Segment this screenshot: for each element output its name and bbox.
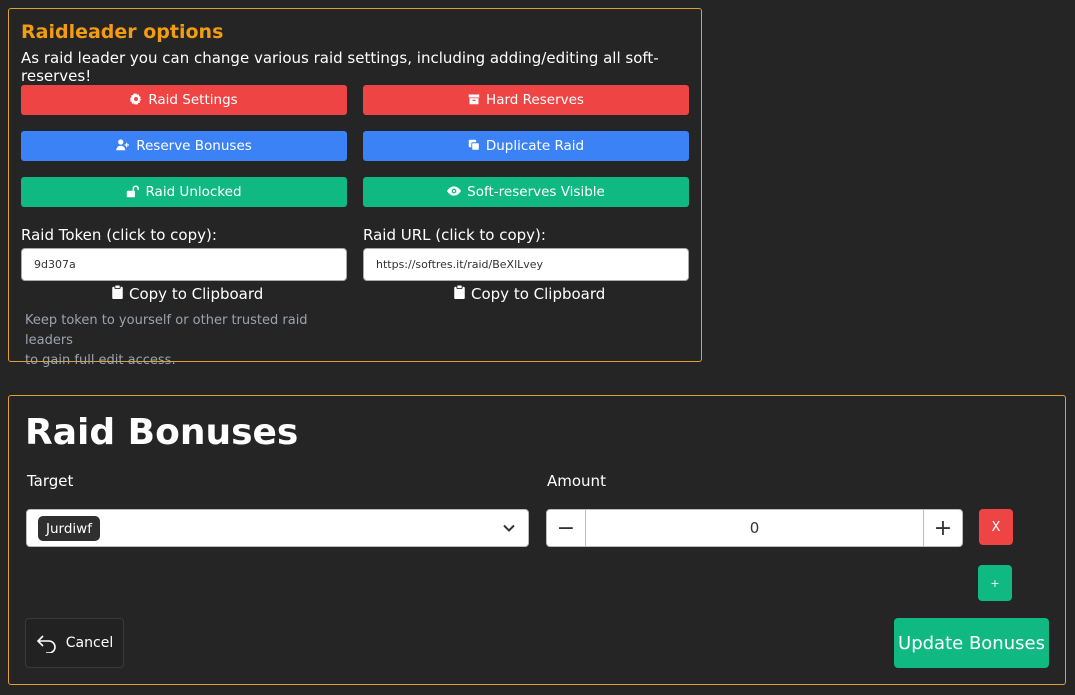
copy-icon (468, 139, 480, 153)
amount-label: Amount (547, 472, 606, 490)
amount-stepper[interactable]: − + (546, 509, 963, 547)
raid-bonuses-panel: Raid Bonuses Target Amount Jurdiwf − + X… (8, 395, 1066, 685)
duplicate-raid-label: Duplicate Raid (485, 138, 585, 154)
raid-token-input[interactable] (21, 248, 347, 281)
reserve-bonuses-button[interactable]: Reserve Bonuses (21, 131, 347, 161)
raid-token-label: Raid Token (click to copy): (21, 226, 217, 244)
raidleader-options-panel: Raidleader options As raid leader you ca… (8, 8, 702, 368)
eye-icon (447, 185, 462, 199)
raidleader-description: As raid leader you can change various ra… (21, 49, 659, 85)
raid-url-input[interactable] (363, 248, 689, 281)
add-bonus-button[interactable]: + (978, 565, 1012, 601)
target-label: Target (27, 472, 74, 490)
amount-increment-button[interactable]: + (923, 510, 962, 546)
copy-token-label: Copy to Clipboard (129, 285, 264, 303)
token-hint-line2: to gain full edit access. (25, 353, 176, 368)
raidleader-title: Raidleader options (21, 21, 224, 43)
raid-unlocked-button[interactable]: Raid Unlocked (21, 177, 347, 207)
update-bonuses-button[interactable]: Update Bonuses (894, 618, 1049, 668)
raid-settings-button[interactable]: Raid Settings (21, 85, 347, 115)
copy-token-button[interactable]: Copy to Clipboard (112, 284, 264, 303)
amount-decrement-button[interactable]: − (547, 510, 586, 546)
clipboard-icon (112, 284, 123, 303)
raid-settings-label: Raid Settings (148, 92, 238, 108)
raid-bonuses-title: Raid Bonuses (25, 412, 299, 453)
cancel-label: Cancel (65, 635, 114, 651)
hard-reserves-button[interactable]: Hard Reserves (363, 85, 689, 115)
raid-unlocked-label: Raid Unlocked (145, 184, 242, 200)
gear-icon (130, 93, 142, 107)
softreserves-visible-label: Soft-reserves Visible (467, 184, 605, 200)
chevron-down-icon (502, 520, 516, 534)
undo-icon (36, 635, 56, 653)
user-plus-icon (116, 139, 130, 153)
copy-url-button[interactable]: Copy to Clipboard (454, 284, 606, 303)
raid-url-label: Raid URL (click to copy): (363, 226, 546, 244)
copy-url-label: Copy to Clipboard (471, 285, 606, 303)
selected-target-chip: Jurdiwf (38, 516, 100, 541)
reserve-bonuses-label: Reserve Bonuses (136, 138, 252, 154)
softreserves-visible-button[interactable]: Soft-reserves Visible (363, 177, 689, 207)
duplicate-raid-button[interactable]: Duplicate Raid (363, 131, 689, 161)
token-hint-line1: Keep token to yourself or other trusted … (25, 313, 308, 348)
clipboard-icon (454, 284, 465, 303)
remove-bonus-button[interactable]: X (979, 509, 1013, 545)
unlock-icon (126, 185, 140, 200)
archive-icon (468, 93, 480, 107)
token-hint: Keep token to yourself or other trusted … (25, 311, 355, 371)
hard-reserves-label: Hard Reserves (486, 92, 584, 108)
amount-input[interactable] (586, 510, 923, 546)
target-select[interactable]: Jurdiwf (26, 509, 529, 547)
cancel-button[interactable]: Cancel (25, 618, 124, 668)
